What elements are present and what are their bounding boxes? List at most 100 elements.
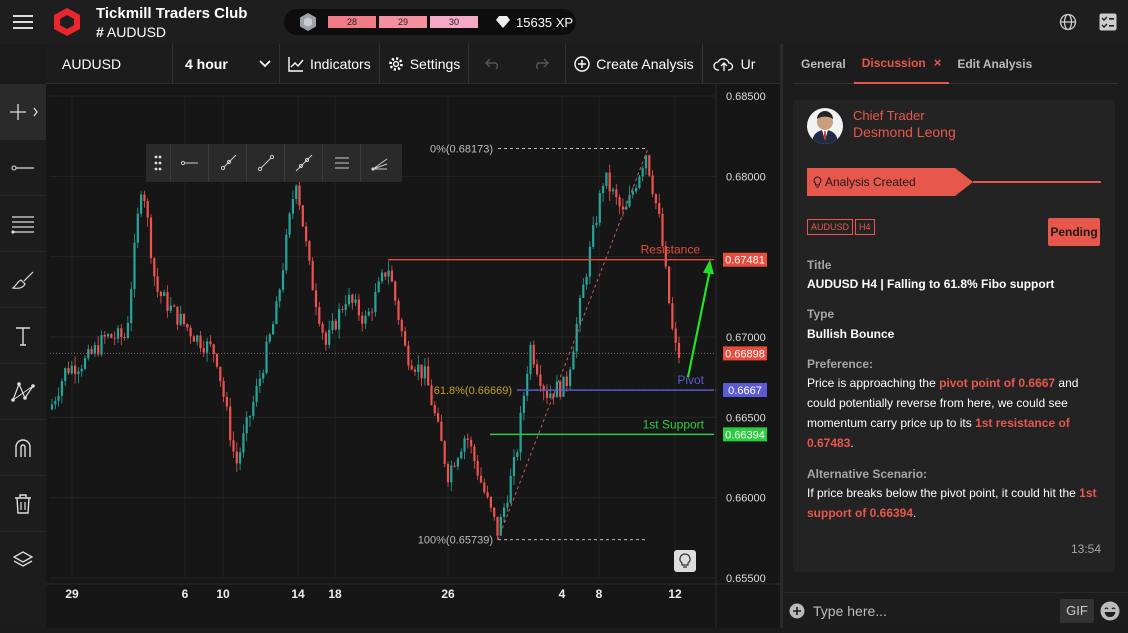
level-label: Resistance [641, 243, 701, 257]
drag-handle-icon[interactable] [146, 144, 170, 182]
line-tool[interactable] [0, 140, 46, 196]
candle-body [377, 281, 380, 293]
candle-body [512, 456, 516, 476]
trash-icon[interactable] [0, 476, 46, 532]
tab-general[interactable]: General [793, 44, 854, 84]
candle-body [611, 189, 615, 192]
candle-body [110, 334, 113, 338]
candle-body [83, 358, 87, 369]
level-28: 28 [328, 16, 376, 28]
candle-body [60, 381, 63, 396]
candle-body [318, 307, 321, 324]
candle-body [192, 336, 195, 342]
pattern-tool[interactable] [0, 364, 46, 420]
candle-body [169, 305, 172, 311]
candle-body [489, 496, 492, 508]
undo-icon [485, 58, 499, 70]
candle-body [189, 327, 192, 337]
top-bar: Tickmill Traders Club # AUDUSD 28 29 30 … [0, 0, 1128, 44]
parallel-channel-icon[interactable] [322, 144, 360, 182]
candle-body [371, 311, 374, 313]
add-attachment-icon[interactable] [789, 603, 805, 619]
candle-body [77, 371, 80, 375]
settings-button[interactable]: Settings [380, 44, 469, 84]
ray-icon[interactable] [208, 144, 246, 182]
candle-body [351, 294, 354, 303]
layers-icon[interactable] [0, 532, 46, 588]
candle-body [67, 368, 70, 374]
emoji-icon[interactable] [1100, 601, 1120, 621]
timeframe-select[interactable]: 4 hour [173, 44, 279, 84]
candle-body [565, 376, 568, 386]
idea-bulb-icon[interactable] [674, 550, 696, 572]
candle-body [298, 185, 301, 206]
candle-body [390, 270, 393, 282]
candle-body [314, 290, 318, 308]
symbol-select[interactable]: AUDUSD [46, 44, 172, 84]
channel-name[interactable]: # AUDUSD [96, 25, 247, 39]
redo-button[interactable] [517, 44, 565, 84]
menu-icon[interactable] [0, 0, 46, 44]
candle-body [90, 348, 93, 354]
upload-button[interactable]: Ur [703, 44, 764, 84]
timeframe-label: 4 hour [185, 55, 228, 72]
candle-body [252, 401, 255, 417]
candle-body [291, 199, 294, 214]
indicators-button[interactable]: Indicators [280, 44, 379, 84]
undo-button[interactable] [469, 44, 517, 84]
candle-body [631, 191, 634, 195]
chart-toolbar: AUDUSD 4 hour Indicators Settings Create… [46, 43, 780, 84]
candle-body [245, 417, 248, 434]
avatar[interactable] [807, 108, 843, 144]
price-chart[interactable]: 0%(0.68173) 61.8%(0.66669) 100%(0.65739) Re… [46, 84, 780, 628]
candle-body [159, 291, 162, 296]
candle-body [196, 335, 199, 342]
create-analysis-label: Create Analysis [596, 55, 694, 72]
brush-tool[interactable] [0, 252, 46, 308]
candle-body [239, 452, 242, 464]
tab-edit-analysis[interactable]: Edit Analysis [949, 44, 1040, 84]
magnet-icon[interactable] [0, 420, 46, 476]
message-input[interactable]: Type here... [813, 603, 1060, 619]
candle-body [433, 404, 436, 414]
status-badge: Pending [1048, 218, 1100, 246]
close-icon[interactable]: × [934, 55, 942, 70]
x-tick-label: 4 [559, 587, 566, 601]
gif-button[interactable]: GIF [1060, 598, 1094, 623]
globe-icon[interactable] [1048, 0, 1088, 44]
timeframe-badge: H4 [855, 219, 875, 235]
tab-discussion[interactable]: Discussion × [853, 44, 950, 84]
level-gem-icon [300, 13, 316, 31]
candle-body [674, 328, 677, 343]
candle-body [427, 366, 430, 386]
fib-lines-tool[interactable] [0, 196, 46, 252]
candle-body [476, 461, 479, 476]
author-name[interactable]: Desmond Leong [853, 124, 956, 140]
candle-body [470, 439, 473, 447]
create-analysis-button[interactable]: Create Analysis [566, 44, 701, 84]
extended-line-icon[interactable] [284, 144, 322, 182]
candle-body [572, 351, 575, 370]
candle-body [268, 334, 271, 342]
tickmill-logo[interactable] [52, 7, 82, 37]
trend-line-icon[interactable] [246, 144, 284, 182]
candle-body [423, 366, 426, 379]
candle-body [545, 391, 549, 398]
candle-body [367, 311, 370, 316]
crosshair-tool[interactable] [0, 84, 46, 140]
y-tick-label: 0.68500 [726, 91, 766, 103]
candle-body [450, 465, 453, 483]
candle-body [278, 289, 281, 302]
candle-body [357, 299, 360, 316]
text-tool[interactable] [0, 308, 46, 364]
preference-label: Preference: [807, 357, 874, 371]
lightbulb-icon [813, 176, 822, 188]
horizontal-ray-icon[interactable] [170, 144, 208, 182]
candle-body [585, 276, 588, 285]
fib-fan-icon[interactable] [360, 144, 398, 182]
checklist-icon[interactable] [1088, 0, 1128, 44]
candle-body [641, 168, 644, 177]
candle-body [532, 344, 535, 365]
candle-body [120, 328, 123, 338]
candle-body [229, 406, 232, 441]
